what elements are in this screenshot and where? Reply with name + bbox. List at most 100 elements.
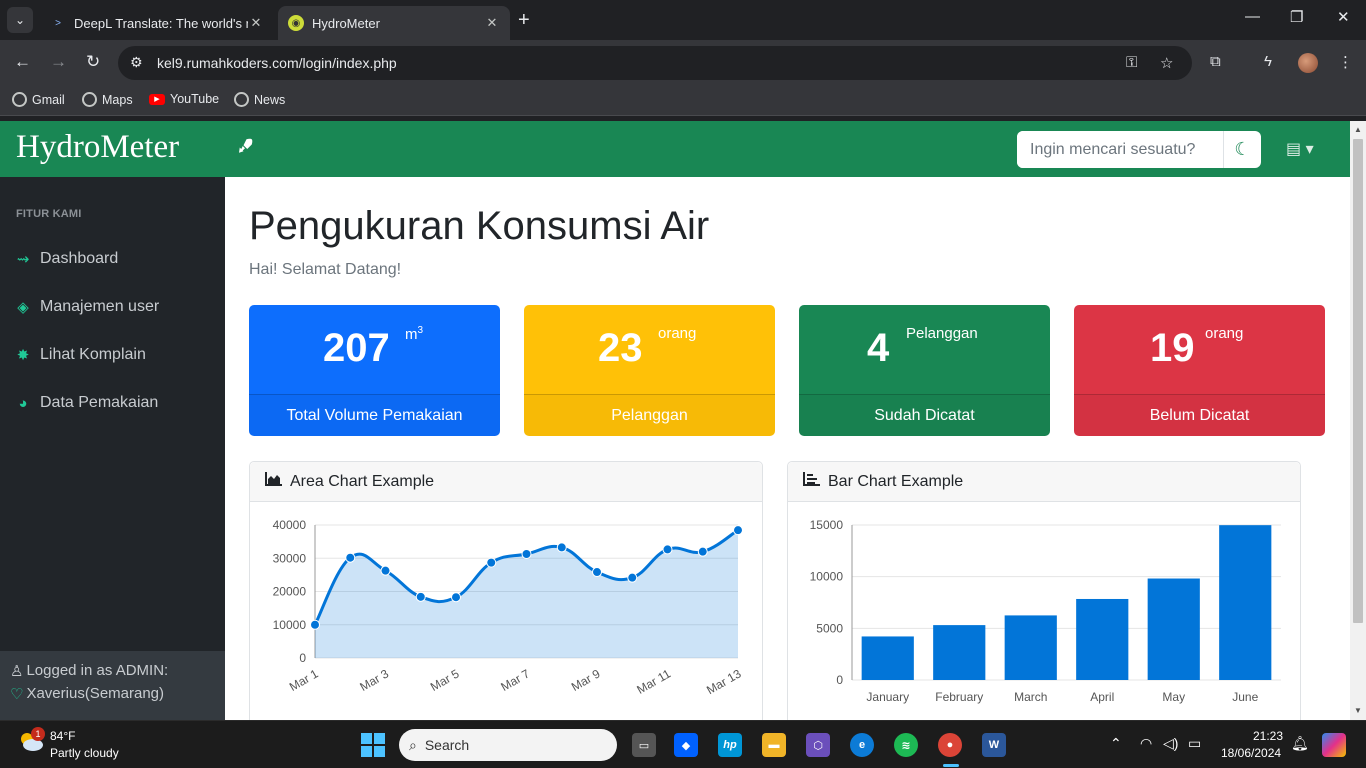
sidebar-footer: ♙ Logged in as ADMIN: ♡ Xaverius(Semaran… <box>0 651 225 720</box>
x-tick-label: May <box>1162 690 1185 704</box>
forward-icon[interactable]: → <box>50 52 67 72</box>
bar <box>933 625 986 680</box>
extensions-icon[interactable]: ⧉ <box>1210 53 1221 70</box>
url-text[interactable]: kel9.rumahkoders.com/login/index.php <box>157 55 397 71</box>
bookmark-maps[interactable]: Maps <box>82 92 133 107</box>
data-point <box>627 572 638 583</box>
stat-card-total-volume[interactable]: 207 m3 Total Volume Pemakaian <box>249 305 500 436</box>
address-bar[interactable]: ⚙ kel9.rumahkoders.com/login/index.php ⚿… <box>118 46 1192 80</box>
edge-icon[interactable]: e <box>850 733 874 757</box>
close-window-icon[interactable]: ✕ <box>1337 8 1350 26</box>
moon-icon[interactable]: ☾ <box>1223 131 1261 168</box>
volume-icon[interactable]: ◁) <box>1163 735 1178 752</box>
battery-icon[interactable]: ▭ <box>1188 735 1201 752</box>
bar-chart: 0 5000 10000 15000 January February March April… <box>810 518 1281 704</box>
scroll-thumb[interactable] <box>1353 139 1363 623</box>
sidebar-item-user-management[interactable]: ◈ Manajemen user <box>14 298 159 316</box>
y-tick-label: 40000 <box>273 518 307 532</box>
stat-unit: orang <box>658 325 697 342</box>
web-page: HydroMeter ☾ ▤ ▾ FITUR KAMI ⇝ Dashboard … <box>0 121 1366 720</box>
data-point <box>662 544 673 555</box>
taskbar-search[interactable]: ⌕ Search <box>399 729 617 761</box>
performance-icon[interactable]: ϟ <box>1264 53 1272 70</box>
data-point <box>556 542 567 553</box>
task-view-icon[interactable]: ▭ <box>632 733 656 757</box>
clock-time[interactable]: 21:23 <box>1253 729 1283 743</box>
bookmark-gmail[interactable]: Gmail <box>12 92 65 107</box>
sidebar-item-label: Data Pemakaian <box>40 394 159 411</box>
stat-card-recorded[interactable]: 4 Pelanggan Sudah Dicatat <box>799 305 1050 436</box>
panel-title: Area Chart Example <box>290 472 435 490</box>
back-icon[interactable]: ← <box>14 52 31 72</box>
scroll-down-icon[interactable]: ▼ <box>1354 706 1362 715</box>
tab-hydrometer[interactable]: ◉ HydroMeter ✕ <box>278 6 510 40</box>
y-tick-label: 20000 <box>273 585 307 599</box>
dropbox-icon[interactable]: ◆ <box>674 733 698 757</box>
copilot-tray-icon[interactable] <box>1322 733 1346 757</box>
bookmark-youtube[interactable]: ▶ YouTube <box>149 92 219 106</box>
data-point <box>345 552 356 563</box>
restore-icon[interactable]: ❐ <box>1290 8 1303 26</box>
sidebar-heading: FITUR KAMI <box>16 208 82 220</box>
data-point <box>592 567 602 578</box>
stat-value: 23 <box>598 326 643 370</box>
bar <box>1219 525 1272 680</box>
reload-icon[interactable]: ↻ <box>86 52 100 72</box>
active-app-indicator <box>943 764 959 767</box>
tab-search-button[interactable]: ⌄ <box>7 7 33 33</box>
user-dropdown-icon[interactable]: ▤ ▾ <box>1286 139 1314 159</box>
stat-value: 207 <box>323 326 390 370</box>
weather-desc[interactable]: Partly cloudy <box>50 746 119 760</box>
heart-icon: ♡ <box>10 685 24 703</box>
wifi-icon[interactable]: ◠ <box>1140 735 1152 752</box>
windows-start-icon[interactable] <box>361 733 385 757</box>
search-group: ☾ <box>1017 131 1261 168</box>
bookmark-news[interactable]: News <box>234 92 285 107</box>
menu-dots-icon[interactable]: ⋮ <box>1338 53 1353 71</box>
search-input[interactable] <box>1017 131 1222 168</box>
tab-deepl[interactable]: > DeepL Translate: The world's most accu… <box>40 6 274 40</box>
new-tab-button[interactable]: + <box>518 9 530 32</box>
chrome-icon[interactable]: ● <box>938 733 962 757</box>
x-tick-label: Mar 13 <box>704 666 744 697</box>
file-explorer-icon[interactable]: ▬ <box>762 733 786 757</box>
clock-date[interactable]: 18/06/2024 <box>1221 746 1281 760</box>
tag-icon: ◈ <box>17 299 29 316</box>
stat-label: Belum Dicatat <box>1074 394 1325 436</box>
site-info-icon[interactable]: ⚙ <box>130 54 143 71</box>
close-tab-icon[interactable]: ✕ <box>484 15 500 31</box>
sidebar-item-dashboard[interactable]: ⇝ Dashboard <box>14 250 119 268</box>
copilot-icon[interactable]: ⬡ <box>806 733 830 757</box>
page-scrollbar[interactable]: ▲ ▼ <box>1350 121 1366 720</box>
brand-logo[interactable]: HydroMeter <box>16 129 179 166</box>
data-point <box>486 557 497 568</box>
stat-card-not-recorded[interactable]: 19 orang Belum Dicatat <box>1074 305 1325 436</box>
hydrometer-favicon-icon: ◉ <box>288 15 304 31</box>
bookmark-star-icon[interactable]: ☆ <box>1160 54 1173 72</box>
weather-temp[interactable]: 84°F <box>50 729 75 743</box>
close-tab-icon[interactable]: ✕ <box>248 15 264 31</box>
stat-card-customers[interactable]: 23 orang Pelanggan <box>524 305 775 436</box>
tray-overflow-icon[interactable]: ⌃ <box>1110 735 1122 752</box>
sidebar-item-label: Dashboard <box>40 250 119 267</box>
word-icon[interactable]: W <box>982 733 1006 757</box>
myhp-icon[interactable]: hp <box>718 733 742 757</box>
sidebar-toggle-rocket-icon[interactable] <box>236 137 254 160</box>
area-chart: 0 10000 20000 30000 40000 Mar 1 Mar 3 Mar 5 Mar … <box>273 518 744 697</box>
spotify-icon[interactable]: ≋ <box>894 733 918 757</box>
minimize-icon[interactable]: — <box>1245 8 1260 25</box>
notification-bell-icon[interactable]: 🔔︎ <box>1291 735 1309 752</box>
profile-avatar[interactable] <box>1298 53 1318 73</box>
sidebar-item-complaints[interactable]: ✸ Lihat Komplain <box>14 346 146 364</box>
password-key-icon[interactable]: ⚿ <box>1126 54 1137 71</box>
scroll-up-icon[interactable]: ▲ <box>1354 125 1362 134</box>
sidebar-item-usage-data[interactable]: ◕ Data Pemakaian <box>14 394 158 412</box>
data-point <box>310 619 320 630</box>
x-tick-label: Mar 11 <box>634 666 673 697</box>
sidebar: FITUR KAMI ⇝ Dashboard ◈ Manajemen user … <box>0 177 225 720</box>
bookmark-label: News <box>254 92 286 107</box>
stat-value: 4 <box>867 326 890 370</box>
y-tick-label: 0 <box>836 673 843 687</box>
x-tick-label: Mar 5 <box>428 666 462 694</box>
area-chart-panel: Area Chart Example 0 10000 20000 30000 40000… <box>249 461 763 720</box>
